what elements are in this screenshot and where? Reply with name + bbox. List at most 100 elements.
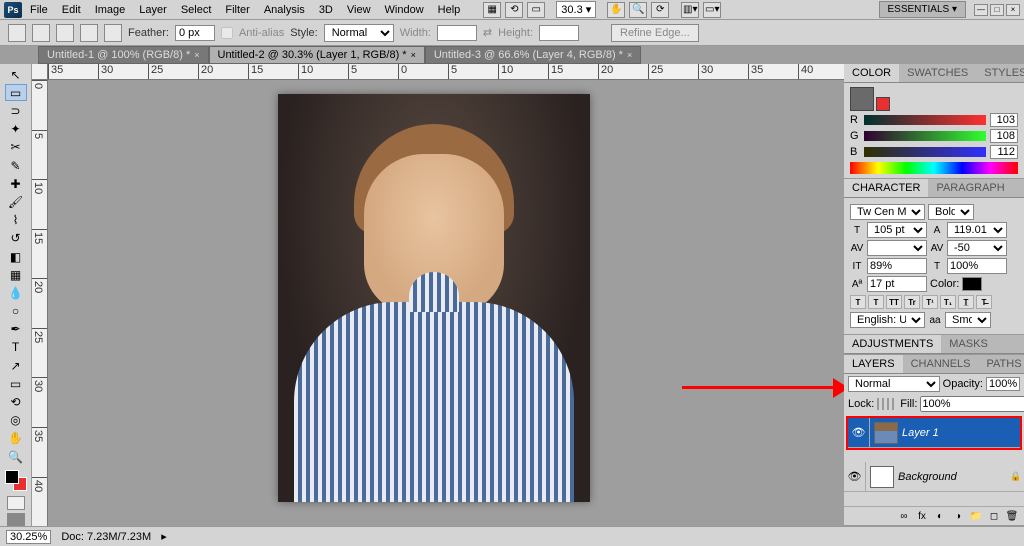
brush-tool[interactable]: 🖌 (5, 193, 27, 210)
close-tab-icon[interactable]: × (411, 50, 416, 60)
menu-file[interactable]: File (24, 2, 54, 18)
menu-3d[interactable]: 3D (313, 2, 339, 18)
tab-adjustments[interactable]: ADJUSTMENTS (844, 335, 941, 353)
heal-tool[interactable]: ✚ (5, 175, 27, 192)
delete-layer-icon[interactable]: 🗑 (1004, 509, 1020, 523)
stamp-tool[interactable]: ⌇ (5, 212, 27, 229)
tool-preset-icon[interactable] (8, 24, 26, 42)
lang-select[interactable]: English: UK (850, 312, 925, 328)
vscale-input[interactable] (867, 258, 927, 274)
refine-edge-button[interactable]: Refine Edge... (611, 24, 699, 42)
layer-row[interactable]: 👁 Background 🔒 (844, 462, 1024, 492)
rotate-view-icon[interactable]: ⟳ (651, 2, 669, 18)
tab-paths[interactable]: PATHS (979, 355, 1024, 373)
type-tool[interactable]: T (5, 339, 27, 356)
quickmask-icon[interactable] (7, 496, 25, 509)
close-tab-icon[interactable]: × (627, 50, 632, 60)
fg-color-swatch[interactable] (850, 87, 874, 111)
menu-select[interactable]: Select (175, 2, 218, 18)
screen-mode-icon[interactable]: ▭▾ (703, 2, 721, 18)
marquee-tool[interactable]: ▭ (5, 84, 27, 101)
menu-image[interactable]: Image (89, 2, 132, 18)
hand-tool[interactable]: ✋ (5, 430, 27, 447)
bg-color-swatch[interactable] (876, 97, 890, 111)
crop-tool[interactable]: ✂ (5, 139, 27, 156)
view-extras-icon[interactable]: ▭ (527, 2, 545, 18)
smallcaps-button[interactable]: Tr (904, 295, 920, 309)
layer-row[interactable]: 👁 Layer 1 (848, 418, 1020, 448)
tab-paragraph[interactable]: PARAGRAPH (928, 179, 1012, 197)
lock-position-icon[interactable] (887, 398, 889, 410)
color-swatches[interactable] (5, 470, 27, 491)
hand-tool-icon[interactable]: ✋ (607, 2, 625, 18)
baseline-input[interactable] (867, 276, 927, 292)
menu-help[interactable]: Help (432, 2, 467, 18)
tab-character[interactable]: CHARACTER (844, 179, 928, 197)
group-icon[interactable]: 📁 (968, 509, 984, 523)
ruler-origin[interactable] (32, 64, 48, 80)
close-icon[interactable]: × (1006, 4, 1020, 16)
lock-transparent-icon[interactable] (877, 398, 879, 410)
maximize-icon[interactable]: □ (990, 4, 1004, 16)
arrange-docs-icon[interactable]: ▥▾ (681, 2, 699, 18)
r-slider[interactable] (864, 115, 986, 125)
text-color-swatch[interactable] (962, 277, 982, 291)
status-menu-icon[interactable]: ▸ (161, 530, 167, 543)
link-layers-icon[interactable]: ∞ (896, 509, 912, 523)
dodge-tool[interactable]: ○ (5, 303, 27, 320)
bridge-icon[interactable]: ▦ (483, 2, 501, 18)
blur-tool[interactable]: 💧 (5, 284, 27, 301)
doc-tab-2[interactable]: Untitled-2 @ 30.3% (Layer 1, RGB/8) *× (209, 46, 425, 64)
tracking-select[interactable]: -50 (947, 240, 1007, 256)
ruler-horizontal[interactable]: 3530252015105051015202530354045 (48, 64, 844, 80)
path-tool[interactable]: ↗ (5, 357, 27, 374)
g-slider[interactable] (864, 131, 986, 141)
blend-mode-select[interactable]: Normal (848, 376, 940, 392)
ruler-vertical[interactable]: 0510152025303540 (32, 80, 48, 526)
doc-tab-1[interactable]: Untitled-1 @ 100% (RGB/8) *× (38, 46, 209, 64)
antialias-checkbox[interactable] (221, 27, 233, 39)
super-button[interactable]: T¹ (922, 295, 938, 309)
marquee-intersect-icon[interactable] (104, 24, 122, 42)
eyedropper-tool[interactable]: ✎ (5, 157, 27, 174)
allcaps-button[interactable]: TT (886, 295, 902, 309)
style-select[interactable]: Normal (324, 24, 394, 42)
visibility-icon[interactable]: 👁 (844, 462, 866, 491)
pen-tool[interactable]: ✒ (5, 321, 27, 338)
bold-button[interactable]: T (850, 295, 866, 309)
layer-name[interactable]: Background (898, 471, 1010, 483)
layer-thumbnail[interactable] (870, 466, 894, 488)
r-input[interactable] (990, 113, 1018, 127)
underline-button[interactable]: T̲ (958, 295, 974, 309)
doc-tab-3[interactable]: Untitled-3 @ 66.6% (Layer 4, RGB/8) *× (425, 46, 641, 64)
hscale-input[interactable] (947, 258, 1007, 274)
size-select[interactable]: 105 pt (867, 222, 927, 238)
aa-select[interactable]: Smooth (945, 312, 991, 328)
menu-filter[interactable]: Filter (219, 2, 255, 18)
menu-window[interactable]: Window (379, 2, 430, 18)
marquee-subtract-icon[interactable] (80, 24, 98, 42)
font-select[interactable]: Tw Cen MT (850, 204, 925, 220)
minimize-icon[interactable]: — (974, 4, 988, 16)
kerning-select[interactable] (867, 240, 927, 256)
tab-swatches[interactable]: SWATCHES (899, 64, 976, 82)
adjustment-layer-icon[interactable]: ◑ (950, 509, 966, 523)
leading-select[interactable]: 119.01 pt (947, 222, 1007, 238)
close-tab-icon[interactable]: × (194, 50, 199, 60)
shape-tool[interactable]: ▭ (5, 375, 27, 392)
gradient-tool[interactable]: ▦ (5, 266, 27, 283)
fx-icon[interactable]: fx (914, 509, 930, 523)
feather-input[interactable] (175, 25, 215, 41)
menu-edit[interactable]: Edit (56, 2, 87, 18)
history-brush-tool[interactable]: ↺ (5, 230, 27, 247)
color-ramp[interactable] (850, 162, 1018, 174)
tab-channels[interactable]: CHANNELS (903, 355, 979, 373)
3d-tool[interactable]: ⟲ (5, 393, 27, 410)
sub-button[interactable]: T₁ (940, 295, 956, 309)
eraser-tool[interactable]: ◧ (5, 248, 27, 265)
lasso-tool[interactable]: ⊃ (5, 102, 27, 119)
menu-analysis[interactable]: Analysis (258, 2, 311, 18)
lock-all-icon[interactable] (892, 398, 894, 410)
document-canvas[interactable] (278, 94, 590, 502)
mask-icon[interactable]: ◐ (932, 509, 948, 523)
